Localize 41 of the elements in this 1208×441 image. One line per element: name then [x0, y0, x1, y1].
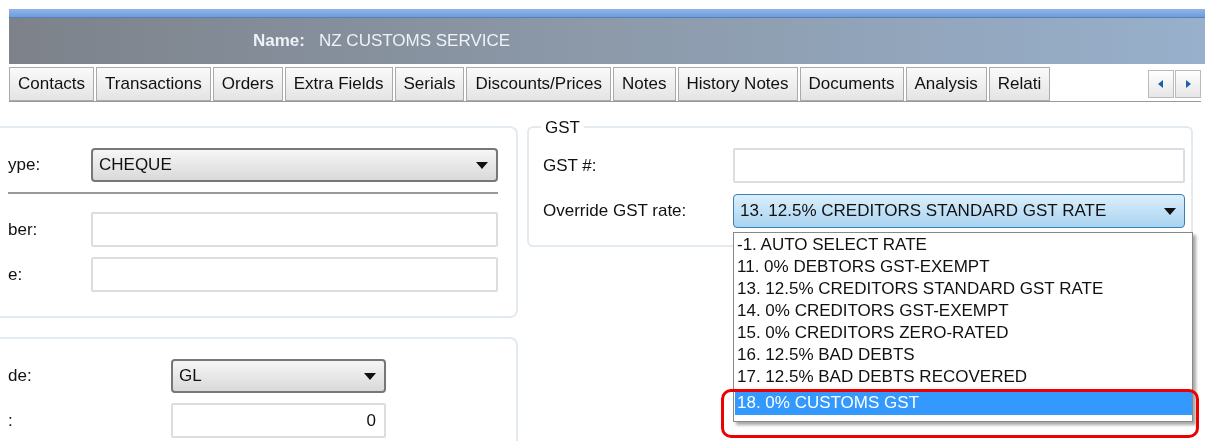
field-label: GST #: [543, 155, 598, 176]
caret-icon [1164, 207, 1176, 215]
caret-icon [476, 161, 488, 169]
tab[interactable]: Contacts [9, 67, 95, 101]
dropdown[interactable]: CHEQUE [91, 148, 498, 182]
tab[interactable]: Serials [394, 67, 465, 101]
list-option[interactable]: 17. 12.5% BAD DEBTS RECOVERED [735, 366, 1192, 388]
field-label: Override GST rate: [543, 201, 688, 221]
list-option[interactable]: 11. 0% DEBTORS GST-EXEMPT [735, 256, 1192, 278]
field-label: ype: [8, 155, 42, 175]
left-arrow-icon [1157, 79, 1166, 89]
tab[interactable]: Discounts/Prices [466, 67, 612, 101]
list-option[interactable]: 16. 12.5% BAD DEBTS [735, 344, 1192, 366]
input-field[interactable]: 0 [171, 403, 386, 438]
field-label: de: [8, 366, 33, 386]
input-field[interactable] [91, 212, 498, 247]
list-option[interactable]: -1. AUTO SELECT RATE [735, 234, 1192, 256]
list-option[interactable]: 15. 0% CREDITORS ZERO-RATED [735, 322, 1192, 344]
tab[interactable]: History Notes [677, 67, 798, 101]
dropdown[interactable]: GL [171, 359, 386, 393]
field-label: ber: [8, 219, 39, 240]
tab[interactable]: Analysis [905, 67, 987, 101]
name-value: NZ CUSTOMS SERVICE [318, 31, 511, 51]
input-field[interactable] [733, 148, 1185, 183]
right-arrow-icon [1184, 79, 1192, 89]
scroll-left-button[interactable] [1148, 70, 1175, 98]
tab[interactable]: Documents [799, 67, 904, 101]
list-option[interactable]: 14. 0% CREDITORS GST-EXEMPT [735, 300, 1192, 322]
name-label: Name: [253, 31, 305, 51]
tab[interactable]: Relati [988, 67, 1051, 101]
tab[interactable]: Orders [212, 67, 283, 101]
dropdown[interactable]: 13. 12.5% CREDITORS STANDARD GST RATE [733, 194, 1185, 228]
tab[interactable]: Notes [613, 67, 676, 101]
field-label: e: [8, 264, 24, 285]
caret-icon [364, 372, 376, 380]
tab[interactable]: Transactions [96, 67, 211, 101]
input-field[interactable] [91, 257, 498, 292]
field-label: : [8, 410, 14, 431]
list-option[interactable]: 13. 12.5% CREDITORS STANDARD GST RATE [735, 278, 1192, 300]
scroll-right-button[interactable] [1175, 70, 1201, 98]
tab[interactable]: Extra Fields [284, 67, 393, 101]
